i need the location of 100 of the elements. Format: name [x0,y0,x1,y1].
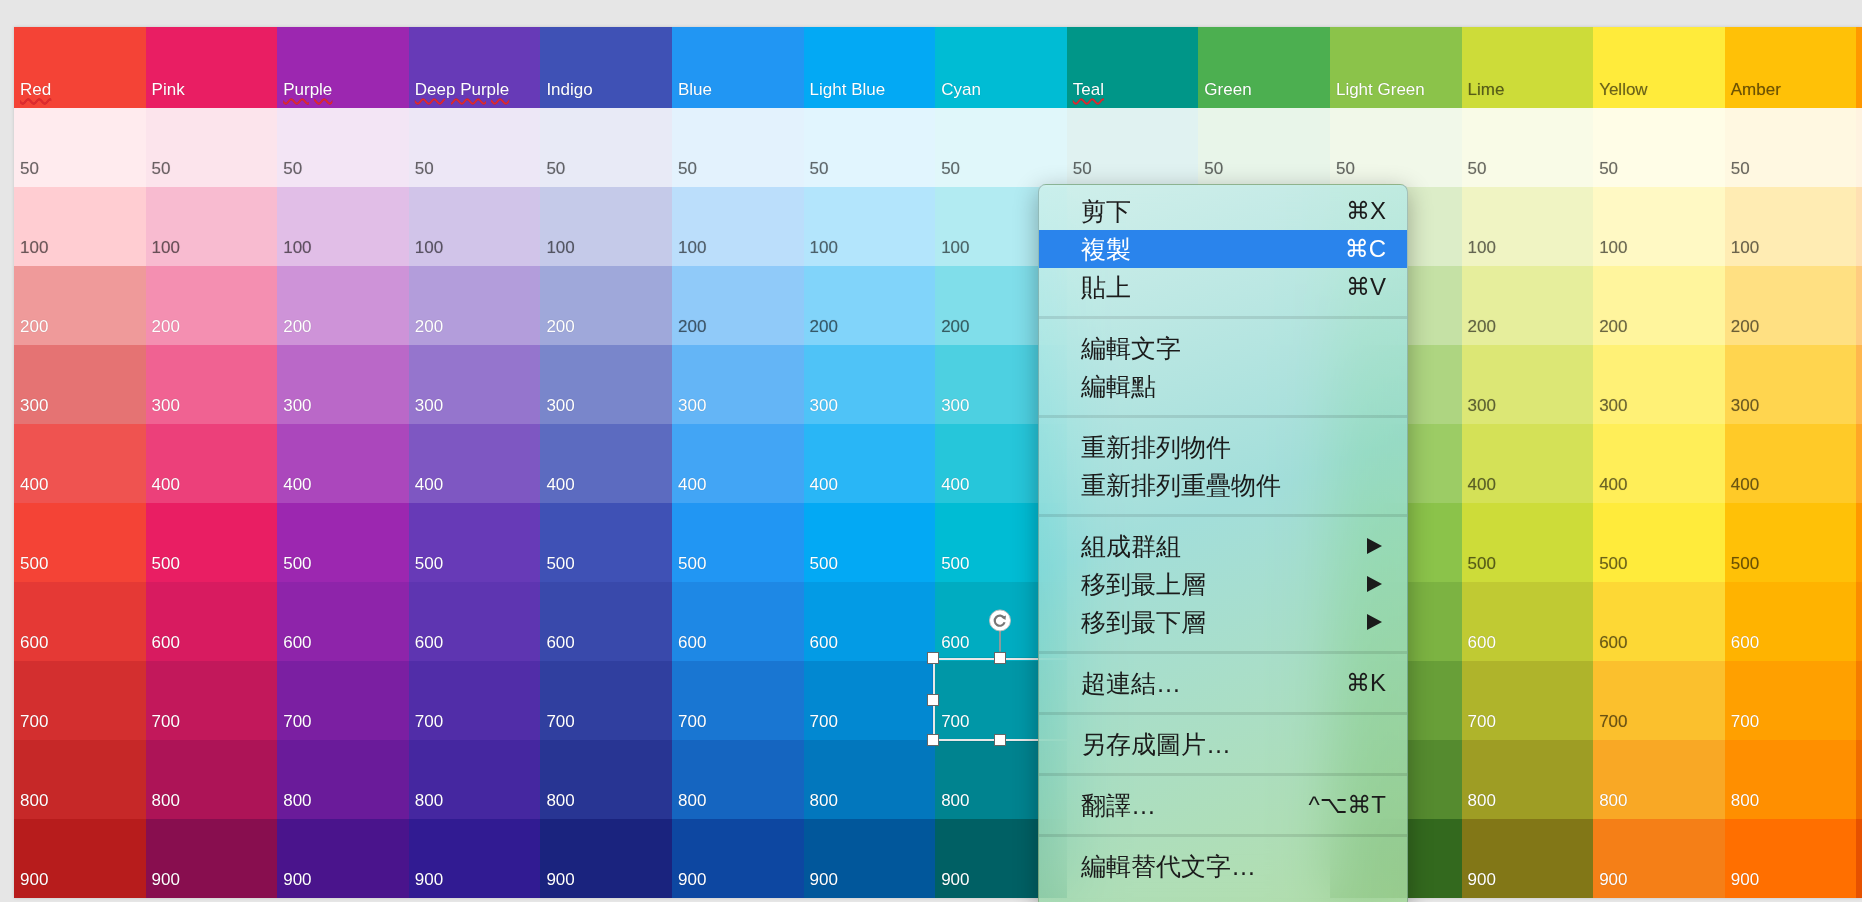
color-swatch[interactable]: 500 [1593,503,1725,582]
color-swatch[interactable]: 400 [671,424,804,503]
color-swatch[interactable]: 500 [671,503,804,582]
color-swatch[interactable]: 300 [408,345,541,424]
color-swatch[interactable] [1856,108,1862,187]
color-swatch[interactable]: 200 [803,266,936,345]
color-swatch[interactable]: 50 [803,108,936,187]
color-swatch[interactable]: 800 [14,740,146,819]
color-swatch[interactable]: 500 [803,503,936,582]
color-swatch[interactable]: 900 [803,819,936,898]
color-swatch[interactable]: 500 [145,503,278,582]
color-swatch[interactable]: 300 [1461,345,1594,424]
color-swatch[interactable]: 200 [1724,266,1857,345]
color-swatch[interactable]: 50 [1724,108,1857,187]
color-swatch[interactable]: 50 [1329,108,1462,187]
color-swatch[interactable]: 50 [14,108,146,187]
color-swatch[interactable]: 700 [803,661,936,740]
color-swatch[interactable]: 600 [671,582,804,661]
color-swatch[interactable]: 800 [145,740,278,819]
color-swatch[interactable]: 300 [145,345,278,424]
color-swatch[interactable] [1856,661,1862,740]
color-swatch[interactable]: 100 [671,187,804,266]
color-swatch[interactable] [1856,582,1862,661]
color-swatch[interactable]: 900 [14,819,146,898]
color-swatch[interactable]: 900 [1461,819,1594,898]
color-swatch[interactable]: 400 [145,424,278,503]
color-swatch[interactable]: 500 [14,503,146,582]
color-swatch[interactable]: 100 [1724,187,1857,266]
color-swatch[interactable]: 600 [408,582,541,661]
color-swatch[interactable]: 400 [1461,424,1594,503]
color-swatch[interactable]: 900 [277,819,409,898]
color-swatch[interactable]: 600 [540,582,672,661]
color-swatch[interactable] [1856,503,1862,582]
color-swatch[interactable]: 700 [408,661,541,740]
color-swatch[interactable]: 50 [1461,108,1594,187]
color-swatch[interactable]: 900 [1724,819,1857,898]
color-swatch[interactable]: 100 [803,187,936,266]
color-swatch[interactable]: 300 [1593,345,1725,424]
color-swatch[interactable]: 100 [14,187,146,266]
color-swatch[interactable]: 700 [277,661,409,740]
color-swatch[interactable] [1856,187,1862,266]
color-swatch[interactable]: 500 [408,503,541,582]
color-swatch[interactable]: 900 [671,819,804,898]
color-swatch[interactable]: 600 [145,582,278,661]
color-swatch[interactable]: 50 [1593,108,1725,187]
color-swatch[interactable]: 100 [1593,187,1725,266]
color-swatch[interactable]: 800 [671,740,804,819]
color-swatch[interactable]: 400 [277,424,409,503]
color-swatch[interactable]: 500 [1461,503,1594,582]
color-swatch[interactable]: 800 [408,740,541,819]
color-swatch[interactable] [1856,740,1862,819]
color-swatch[interactable]: 400 [408,424,541,503]
color-swatch[interactable] [1856,819,1862,898]
color-swatch[interactable]: 300 [277,345,409,424]
color-swatch[interactable]: 50 [1066,108,1199,187]
color-swatch[interactable]: 800 [1461,740,1594,819]
color-swatch[interactable]: 600 [1593,582,1725,661]
color-swatch[interactable]: 500 [1724,503,1857,582]
rotate-handle-icon[interactable] [989,609,1012,652]
resize-handle[interactable] [927,734,940,746]
color-swatch[interactable]: 50 [540,108,672,187]
color-swatch[interactable]: 100 [1461,187,1594,266]
color-swatch[interactable]: 500 [277,503,409,582]
color-swatch[interactable]: 400 [1593,424,1725,503]
color-swatch[interactable]: 200 [671,266,804,345]
color-swatch[interactable]: 900 [145,819,278,898]
color-swatch[interactable]: 800 [803,740,936,819]
color-swatch[interactable]: 700 [14,661,146,740]
color-swatch[interactable]: 800 [540,740,672,819]
color-swatch[interactable]: 200 [1461,266,1594,345]
resize-handle[interactable] [994,652,1007,664]
color-swatch[interactable]: 400 [14,424,146,503]
color-swatch[interactable]: 600 [277,582,409,661]
color-swatch[interactable]: 100 [277,187,409,266]
color-swatch[interactable]: 700 [1593,661,1725,740]
color-swatch[interactable] [1856,345,1862,424]
resize-handle[interactable] [927,652,940,664]
color-swatch[interactable]: 300 [1724,345,1857,424]
color-swatch[interactable]: 600 [803,582,936,661]
color-swatch[interactable]: 50 [935,108,1067,187]
color-swatch[interactable] [1856,266,1862,345]
color-swatch[interactable]: 50 [145,108,278,187]
color-swatch[interactable]: 700 [540,661,672,740]
color-swatch[interactable]: 600 [14,582,146,661]
color-swatch[interactable]: 900 [408,819,541,898]
color-swatch[interactable]: 50 [1198,108,1330,187]
color-swatch[interactable]: 50 [277,108,409,187]
color-swatch[interactable]: 900 [1593,819,1725,898]
color-swatch[interactable]: 300 [540,345,672,424]
color-swatch[interactable]: 900 [540,819,672,898]
color-swatch[interactable]: 500 [540,503,672,582]
color-swatch[interactable]: 100 [540,187,672,266]
color-swatch[interactable]: 100 [408,187,541,266]
color-swatch[interactable]: 50 [671,108,804,187]
resize-handle[interactable] [927,694,940,706]
resize-handle[interactable] [994,734,1007,746]
menu-item[interactable]: 複製 ⌘C [1039,230,1407,268]
color-swatch[interactable]: 400 [540,424,672,503]
color-swatch[interactable]: 800 [277,740,409,819]
color-swatch[interactable]: 200 [1593,266,1725,345]
